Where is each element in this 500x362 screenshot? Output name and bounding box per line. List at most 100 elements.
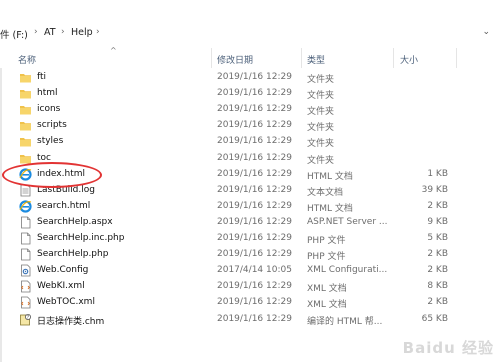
- file-type: XML 文档: [307, 300, 347, 311]
- config-file-icon: [19, 264, 32, 277]
- file-date: 2019/1/16 12:29: [217, 297, 292, 308]
- file-row[interactable]: SearchHelp.inc.php 2019/1/16 12:29 PHP 文件 5…: [0, 231, 500, 247]
- file-date: 2019/1/16 12:29: [217, 120, 292, 131]
- column-name[interactable]: 名称: [18, 53, 36, 66]
- file-name: WebTOC.xml: [37, 297, 95, 308]
- column-divider[interactable]: [301, 48, 302, 68]
- file-size: 2 KB: [427, 265, 448, 276]
- file-size: 9 KB: [427, 216, 448, 227]
- red-circle-annotation: [2, 162, 102, 188]
- file-name: SearchHelp.aspx: [37, 216, 113, 227]
- file-type: HTML 文档: [307, 171, 353, 182]
- file-type: ASP.NET Server ...: [307, 216, 388, 227]
- blank-file-icon: [19, 216, 32, 229]
- ie-html-icon: [19, 200, 32, 213]
- breadcrumb-help[interactable]: Help: [71, 27, 93, 38]
- blank-file-icon: [19, 248, 32, 261]
- xml-file-icon: [19, 280, 32, 293]
- file-date: 2019/1/16 12:29: [217, 168, 292, 179]
- file-date: 2019/1/16 12:29: [217, 249, 292, 260]
- address-dropdown-icon[interactable]: ⌄: [482, 27, 490, 37]
- file-name: SearchHelp.inc.php: [37, 233, 125, 243]
- file-row[interactable]: Web.Config 2017/4/14 10:05 XML Configurati…: [0, 263, 500, 279]
- file-type: XML Configurati...: [307, 265, 388, 276]
- file-name: styles: [37, 136, 64, 147]
- folder-icon: [19, 87, 32, 100]
- file-name: toc: [37, 152, 51, 163]
- file-type: 文件夹: [307, 155, 335, 166]
- breadcrumb-chevron-icon[interactable]: ›: [34, 27, 38, 37]
- file-name: SearchHelp.php: [37, 249, 109, 260]
- file-size: 2 KB: [427, 297, 448, 308]
- file-date: 2019/1/16 12:29: [217, 184, 292, 195]
- file-type: HTML 文档: [307, 203, 353, 214]
- folder-icon: [19, 103, 32, 116]
- file-size: 8 KB: [427, 281, 448, 292]
- column-divider[interactable]: [456, 48, 457, 68]
- file-date: 2019/1/16 12:29: [217, 152, 292, 163]
- file-row[interactable]: SearchHelp.aspx 2019/1/16 12:29 ASP.NET Se…: [0, 215, 500, 231]
- file-name: Web.Config: [37, 265, 89, 276]
- file-date: 2019/1/16 12:29: [217, 200, 292, 211]
- file-row[interactable]: styles 2019/1/16 12:29 文件夹: [0, 134, 500, 150]
- breadcrumb-chevron-icon[interactable]: ›: [96, 27, 100, 37]
- file-type: 文件夹: [307, 75, 335, 85]
- xml-file-icon: [19, 296, 32, 309]
- chm-file-icon: ?: [19, 313, 32, 326]
- sort-ascending-icon: ^: [110, 46, 117, 55]
- file-row[interactable]: fti 2019/1/16 12:29 文件夹: [0, 70, 500, 86]
- file-type: 编译的 HTML 帮...: [307, 316, 383, 327]
- file-size: 5 KB: [427, 233, 448, 243]
- file-date: 2019/1/16 12:29: [217, 313, 292, 324]
- file-size: 1 KB: [427, 168, 448, 179]
- file-date: 2019/1/16 12:29: [217, 216, 292, 227]
- file-date: 2019/1/16 12:29: [217, 233, 292, 243]
- column-type[interactable]: 类型: [307, 53, 325, 66]
- file-row[interactable]: scripts 2019/1/16 12:29 文件夹: [0, 118, 500, 134]
- file-date: 2017/4/14 10:05: [217, 265, 292, 276]
- file-type: 文件夹: [307, 107, 335, 118]
- blank-file-icon: [19, 232, 32, 245]
- file-row[interactable]: ? 日志操作类.chm 2019/1/16 12:29 编译的 HTML 帮... 65…: [0, 312, 500, 328]
- file-name: search.html: [37, 200, 91, 211]
- file-name: WebKI.xml: [37, 281, 85, 292]
- file-row[interactable]: search.html 2019/1/16 12:29 HTML 文档 2 KB: [0, 199, 500, 215]
- column-size[interactable]: 大小: [400, 53, 418, 66]
- file-row[interactable]: SearchHelp.php 2019/1/16 12:29 PHP 文件 2 KB: [0, 247, 500, 263]
- file-date: 2019/1/16 12:29: [217, 88, 292, 99]
- breadcrumb-drive[interactable]: 件 (F:): [0, 27, 28, 41]
- file-type: PHP 文件: [307, 236, 346, 246]
- folder-icon: [19, 135, 32, 148]
- file-name: icons: [37, 104, 61, 115]
- file-type: 文本文档: [307, 187, 344, 198]
- file-name: fti: [37, 72, 47, 82]
- file-date: 2019/1/16 12:29: [217, 72, 292, 82]
- column-divider[interactable]: [211, 48, 212, 68]
- address-bar[interactable]: 件 (F:) › AT › Help › ⌄: [0, 22, 500, 47]
- folder-icon: [19, 119, 32, 132]
- column-date[interactable]: 修改日期: [217, 53, 253, 66]
- file-row[interactable]: html 2019/1/16 12:29 文件夹: [0, 86, 500, 102]
- breadcrumb-at[interactable]: AT: [44, 27, 56, 38]
- file-size: 39 KB: [421, 184, 448, 195]
- file-type: XML 文档: [307, 284, 347, 295]
- file-row[interactable]: icons 2019/1/16 12:29 文件夹: [0, 102, 500, 118]
- file-row[interactable]: WebKI.xml 2019/1/16 12:29 XML 文档 8 KB: [0, 279, 500, 295]
- file-date: 2019/1/16 12:29: [217, 104, 292, 115]
- file-size: 2 KB: [427, 249, 448, 260]
- file-type: 文件夹: [307, 123, 335, 134]
- file-row[interactable]: WebTOC.xml 2019/1/16 12:29 XML 文档 2 KB: [0, 295, 500, 311]
- file-size: 65 KB: [421, 313, 448, 324]
- column-divider[interactable]: [393, 48, 394, 68]
- file-date: 2019/1/16 12:29: [217, 281, 292, 292]
- column-header: 名称 修改日期 类型 大小: [0, 46, 500, 68]
- breadcrumb-chevron-icon[interactable]: ›: [61, 27, 65, 37]
- file-name: scripts: [37, 120, 67, 131]
- file-type: PHP 文件: [307, 252, 346, 263]
- file-date: 2019/1/16 12:29: [217, 136, 292, 147]
- file-name: html: [37, 88, 58, 99]
- watermark: Baidu 经验: [402, 339, 494, 357]
- file-type: 文件夹: [307, 91, 335, 102]
- file-size: 2 KB: [427, 200, 448, 211]
- folder-icon: [19, 71, 32, 84]
